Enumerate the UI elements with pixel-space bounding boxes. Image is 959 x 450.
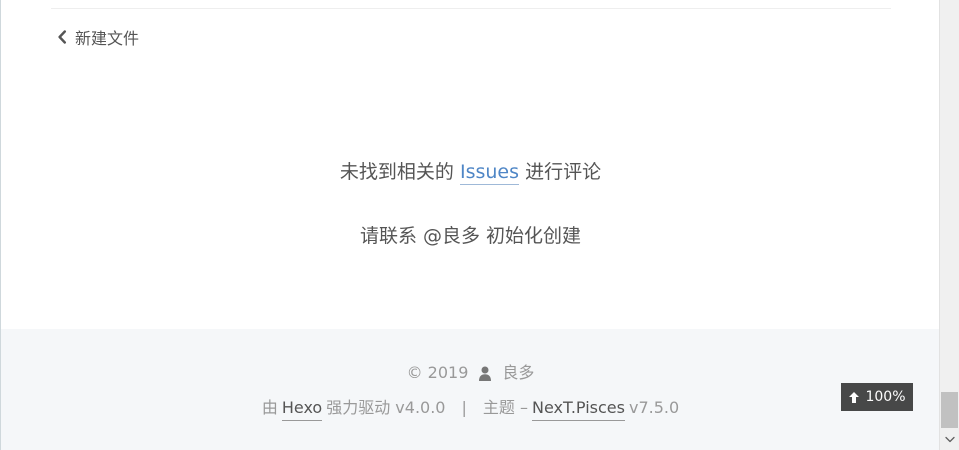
copyright-line: © 2019 良多 xyxy=(1,361,940,385)
previous-post-title: 新建文件 xyxy=(75,29,140,48)
powered-by-line: 由 Hexo 强力驱动 v4.0.0 | 主题 – NexT.Pisces v7… xyxy=(1,396,940,421)
footer-separator: | xyxy=(461,398,467,417)
post-page: 新建文件 未找到相关的 Issues 进行评论 请联系 @良多 初始化创建 © … xyxy=(0,0,940,450)
site-footer: © 2019 良多 由 Hexo 强力驱动 v4.0.0 | 主题 – NexT… xyxy=(1,329,940,450)
comment-status-message: 未找到相关的 Issues 进行评论 xyxy=(1,150,940,194)
hexo-link[interactable]: Hexo xyxy=(281,396,323,421)
reading-progress: 100% xyxy=(865,389,906,405)
theme-prefix: 主题 – xyxy=(482,398,528,417)
vertical-scrollbar[interactable] xyxy=(939,0,959,450)
scrollbar-thumb[interactable] xyxy=(941,392,958,428)
chevron-left-icon xyxy=(57,30,67,44)
comments-section: 未找到相关的 Issues 进行评论 请联系 @良多 初始化创建 xyxy=(1,150,940,258)
comment-contact-message: 请联系 @良多 初始化创建 xyxy=(359,225,582,247)
chevron-down-icon xyxy=(945,436,955,443)
powered-suffix: 强力驱动 v4.0.0 xyxy=(326,398,446,417)
previous-post-link[interactable]: 新建文件 xyxy=(57,25,139,49)
theme-version: v7.5.0 xyxy=(628,398,680,417)
copyright-text: © 2019 xyxy=(406,363,469,382)
powered-prefix: 由 xyxy=(261,398,278,417)
scroll-down-button[interactable] xyxy=(940,429,959,450)
back-to-top-button[interactable]: 100% xyxy=(841,383,913,411)
author-name: 良多 xyxy=(502,363,535,382)
issues-link[interactable]: Issues xyxy=(459,161,520,185)
browser-viewport: 新建文件 未找到相关的 Issues 进行评论 请联系 @良多 初始化创建 © … xyxy=(0,0,959,450)
comment-status-suffix: 进行评论 xyxy=(525,161,602,183)
comment-status-prefix: 未找到相关的 xyxy=(339,161,454,183)
theme-link[interactable]: NexT.Pisces xyxy=(531,396,625,421)
arrow-up-icon xyxy=(848,391,860,404)
user-icon xyxy=(478,366,492,381)
post-divider xyxy=(51,8,891,9)
